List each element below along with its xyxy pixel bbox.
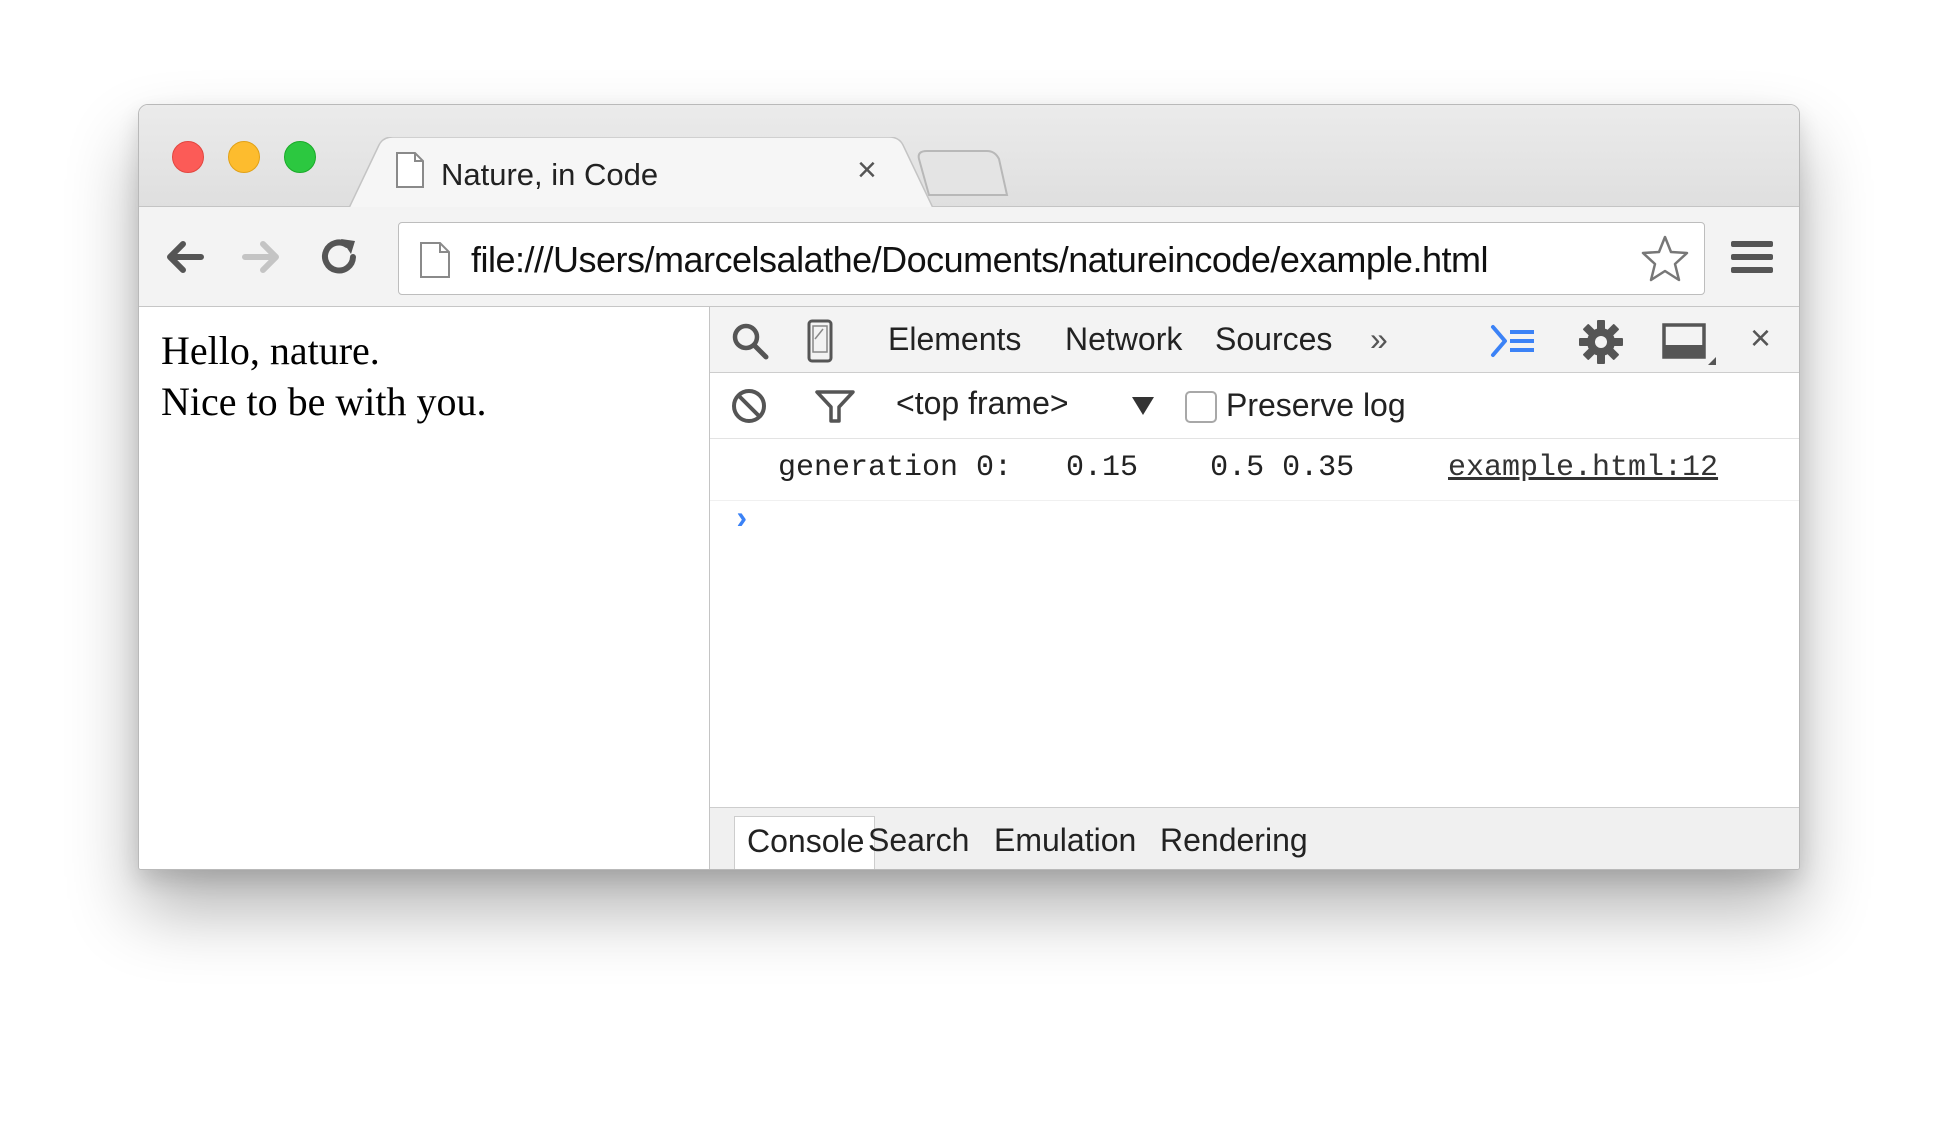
device-mode-icon[interactable] xyxy=(806,319,834,363)
tab-title: Nature, in Code xyxy=(441,157,659,192)
tab-sources[interactable]: Sources xyxy=(1215,321,1332,358)
page-viewport: Hello, nature. Nice to be with you. xyxy=(139,307,710,869)
reload-icon[interactable] xyxy=(315,233,363,281)
tab-close-icon[interactable]: × xyxy=(857,153,877,187)
drawer-tab-search[interactable]: Search xyxy=(868,822,969,859)
dock-side-icon[interactable] xyxy=(1662,323,1718,367)
title-bar: Nature, in Code × xyxy=(139,105,1799,208)
back-arrow-icon[interactable] xyxy=(161,233,209,281)
address-text[interactable]: file:///Users/marcelsalathe/Documents/na… xyxy=(471,239,1488,281)
console-message-text: generation 0: 0.15 0.5 0.35 xyxy=(778,451,1355,485)
drawer-tab-console[interactable]: Console xyxy=(734,816,876,869)
console-prompt[interactable]: › xyxy=(732,501,751,538)
window-minimize-button[interactable] xyxy=(228,141,260,173)
console-source-link[interactable]: example.html:12 xyxy=(1448,451,1718,485)
clear-console-icon[interactable] xyxy=(730,387,768,425)
menu-icon[interactable] xyxy=(1729,235,1775,279)
drawer-tab-emulation[interactable]: Emulation xyxy=(994,822,1136,859)
window-close-button[interactable] xyxy=(172,141,204,173)
devtools-panel: Elements Network Sources » × <top frame>… xyxy=(710,307,1799,869)
console-drawer-icon[interactable] xyxy=(1490,323,1536,359)
window-maximize-button[interactable] xyxy=(284,141,316,173)
page-favicon-icon xyxy=(396,152,424,188)
forward-arrow-icon[interactable] xyxy=(237,233,285,281)
address-bar[interactable]: file:///Users/marcelsalathe/Documents/na… xyxy=(398,222,1705,295)
gear-icon[interactable] xyxy=(1578,319,1624,365)
tab-elements[interactable]: Elements xyxy=(888,321,1021,358)
tab-network[interactable]: Network xyxy=(1065,321,1182,358)
new-tab-button[interactable] xyxy=(917,149,1009,197)
more-tabs-chevron-icon[interactable]: » xyxy=(1370,321,1388,358)
preserve-log-checkbox[interactable] xyxy=(1185,391,1217,423)
devtools-close-icon[interactable]: × xyxy=(1750,317,1771,359)
console-message-row: generation 0: 0.15 0.5 0.35 example.html… xyxy=(710,439,1799,501)
browser-window: Nature, in Code × file:///Users/marcelsa… xyxy=(138,104,1800,870)
preserve-log-label: Preserve log xyxy=(1226,387,1406,423)
bookmark-star-icon[interactable] xyxy=(1639,233,1691,285)
drawer-tab-rendering[interactable]: Rendering xyxy=(1160,822,1308,859)
filter-icon[interactable] xyxy=(814,389,856,425)
devtools-tab-bar: Elements Network Sources » × xyxy=(710,307,1799,373)
browser-toolbar: file:///Users/marcelsalathe/Documents/na… xyxy=(139,207,1799,307)
page-text-line: Nice to be with you. xyxy=(161,379,487,424)
console-filter-bar: <top frame> Preserve log xyxy=(710,373,1799,439)
page-text-line: Hello, nature. xyxy=(161,328,380,373)
search-icon[interactable] xyxy=(730,321,770,361)
frame-selector[interactable]: <top frame> xyxy=(896,385,1069,422)
chevron-down-icon[interactable] xyxy=(1130,393,1156,417)
drawer-tab-bar: Console Search Emulation Rendering xyxy=(710,807,1799,869)
page-icon xyxy=(420,242,450,278)
